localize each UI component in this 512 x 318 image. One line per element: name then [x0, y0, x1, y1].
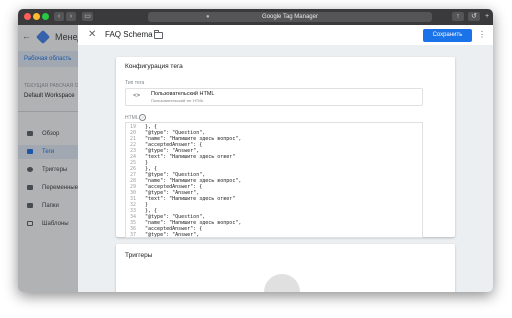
code-line: 26 }, {	[126, 166, 418, 172]
refresh-icon: ↺	[471, 13, 477, 20]
code-line: 19 }, {	[126, 124, 418, 130]
line-number: 20	[129, 130, 136, 136]
share-button[interactable]: ↑	[452, 12, 464, 21]
tag-type-description: Пользовательский тег HTML	[151, 98, 204, 103]
code-text: "acceptedAnswer": {	[139, 142, 203, 148]
code-text: "text": "Напишите здесь ответ"	[139, 196, 236, 202]
triggers-card: Триггеры	[116, 244, 455, 292]
code-text: }, {	[139, 166, 158, 172]
tag-type-selector[interactable]: <> Пользовательский HTML Пользовательски…	[125, 88, 423, 106]
code-text: "@type": "Question",	[139, 130, 206, 136]
line-number: 36	[129, 226, 136, 232]
share-icon: ↑	[456, 13, 460, 20]
tag-type-label: Тип тега	[125, 80, 145, 86]
line-number: 24	[129, 154, 136, 160]
code-line: 34 "@type": "Question",	[126, 214, 418, 220]
line-number: 35	[129, 220, 136, 226]
line-number: 23	[129, 148, 136, 154]
html-code-editor[interactable]: 37 "@type": "Answer", 36 "acceptedAnswer"…	[125, 122, 423, 238]
code-line: 28 "name": "Напишите здесь вопрос",	[126, 178, 418, 184]
code-line: 25 }	[126, 160, 418, 166]
code-text: "@type": "Question",	[139, 214, 206, 220]
more-options-icon[interactable]: ⋮	[478, 29, 486, 41]
html-label: HTML	[125, 115, 139, 121]
sidebar-icon: ▭	[84, 13, 91, 20]
save-button[interactable]: Сохранить	[423, 29, 472, 42]
line-number: 31	[129, 196, 136, 202]
line-number: 22	[129, 142, 136, 148]
line-number: 33	[129, 208, 136, 214]
code-line: 24 "text": "Напишите здесь ответ"	[126, 154, 418, 160]
code-text: }, {	[139, 124, 158, 130]
code-text: "name": "Напишите здесь вопрос",	[139, 220, 242, 226]
folder-icon[interactable]	[154, 30, 163, 39]
code-text: }, {	[139, 208, 158, 214]
editor-scrollbar[interactable]	[422, 184, 423, 238]
address-bar[interactable]: ● Google Tag Manager	[148, 12, 432, 22]
tag-name-title[interactable]: FAQ Schema	[105, 30, 153, 39]
tag-editor-panel: ✕ FAQ Schema Сохранить ⋮ Конфигурация те…	[78, 25, 493, 292]
add-trigger-placeholder[interactable]	[264, 274, 300, 292]
code-text: "name": "Напишите здесь вопрос",	[139, 178, 242, 184]
line-number: 37	[129, 232, 136, 238]
code-line: 33 }, {	[126, 208, 418, 214]
code-line: 23 "@type": "Answer",	[126, 148, 418, 154]
plus-icon: +	[484, 13, 490, 20]
line-number: 27	[129, 172, 136, 178]
line-number: 21	[129, 136, 136, 142]
new-tab-button[interactable]: +	[483, 12, 491, 21]
line-number: 19	[129, 124, 136, 130]
panel-body: Конфигурация тега Тип тега <> Пользовате…	[78, 45, 493, 292]
maximize-window-button[interactable]	[42, 13, 49, 20]
tag-type-name: Пользовательский HTML	[151, 91, 215, 97]
code-text: "@type": "Answer",	[139, 148, 200, 154]
browser-forward-button[interactable]: ›	[66, 12, 76, 21]
code-line: 31 "text": "Напишите здесь ответ"	[126, 196, 418, 202]
browser-toolbar: ‹ › ▭ ● Google Tag Manager ↑ ↺ +	[18, 9, 493, 25]
code-text: "@type": "Answer",	[139, 190, 200, 196]
code-text: }	[139, 160, 149, 166]
code-line: 35 "name": "Напишите здесь вопрос",	[126, 220, 418, 226]
code-line: 29 "acceptedAnswer": {	[126, 184, 418, 190]
code-text: }	[139, 202, 149, 208]
line-number: 34	[129, 214, 136, 220]
panel-header: ✕ FAQ Schema Сохранить ⋮	[78, 25, 493, 45]
tag-configuration-card: Конфигурация тега Тип тега <> Пользовате…	[116, 57, 455, 238]
close-icon[interactable]: ✕	[88, 29, 96, 41]
code-line: 30 "@type": "Answer",	[126, 190, 418, 196]
code-text: "@type": "Question",	[139, 172, 206, 178]
browser-back-button[interactable]: ‹	[54, 12, 64, 21]
line-number: 32	[129, 202, 136, 208]
code-text: "acceptedAnswer": {	[139, 184, 203, 190]
sidebar-toggle-button[interactable]: ▭	[82, 12, 93, 21]
close-window-button[interactable]	[24, 13, 31, 20]
code-line: 37 "@type": "Answer",	[126, 232, 418, 238]
line-number: 29	[129, 184, 136, 190]
help-icon[interactable]: ?	[139, 114, 146, 121]
lock-icon: ●	[206, 14, 210, 20]
line-number: 30	[129, 190, 136, 196]
line-number: 28	[129, 178, 136, 184]
chevron-right-icon: ›	[69, 13, 73, 20]
code-icon: <>	[133, 92, 141, 99]
address-bar-title: Google Tag Manager	[262, 14, 318, 20]
code-line: 20 "@type": "Question",	[126, 130, 418, 136]
card-title: Триггеры	[125, 252, 153, 259]
code-line: 36 "acceptedAnswer": {	[126, 226, 418, 232]
code-text: "@type": "Answer",	[139, 232, 200, 238]
code-line: 27 "@type": "Question",	[126, 172, 418, 178]
refresh-button[interactable]: ↺	[468, 12, 480, 21]
card-title: Конфигурация тега	[125, 63, 183, 70]
code-text: "acceptedAnswer": {	[139, 226, 203, 232]
line-number: 25	[129, 160, 136, 166]
code-text: "name": "Напишите здесь вопрос",	[139, 136, 242, 142]
minimize-window-button[interactable]	[33, 13, 40, 20]
code-text: "text": "Напишите здесь ответ"	[139, 154, 236, 160]
code-line: 22 "acceptedAnswer": {	[126, 142, 418, 148]
line-number: 26	[129, 166, 136, 172]
code-line: 32 }	[126, 202, 418, 208]
code-line: 21 "name": "Напишите здесь вопрос",	[126, 136, 418, 142]
chevron-left-icon: ‹	[57, 13, 61, 20]
browser-window: ‹ › ▭ ● Google Tag Manager ↑ ↺ + ← Менед…	[18, 9, 493, 292]
